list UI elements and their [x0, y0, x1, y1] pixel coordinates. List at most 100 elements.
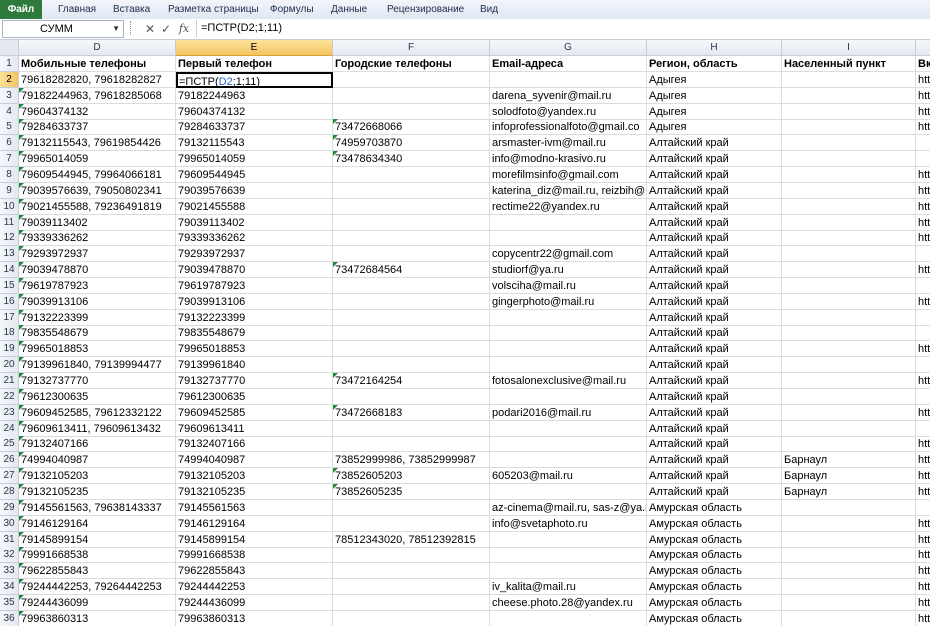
- table-cell[interactable]: [490, 230, 647, 247]
- table-cell[interactable]: 79145561563, 79638143337: [19, 499, 176, 516]
- table-cell[interactable]: 73472668066: [333, 119, 490, 136]
- table-cell[interactable]: [782, 325, 916, 342]
- column-header-i[interactable]: I: [782, 40, 916, 56]
- table-cell[interactable]: [490, 420, 647, 437]
- table-cell[interactable]: podari2016@mail.ru: [490, 404, 647, 421]
- table-cell[interactable]: [333, 230, 490, 247]
- table-cell[interactable]: 79963860313: [176, 610, 333, 626]
- table-cell[interactable]: htt: [916, 72, 930, 88]
- table-cell[interactable]: [916, 421, 930, 437]
- table-cell[interactable]: 79244442253, 79264442253: [19, 579, 176, 596]
- table-cell[interactable]: [490, 341, 647, 358]
- table-cell[interactable]: Барнаул: [782, 483, 916, 500]
- table-cell[interactable]: htt: [916, 119, 930, 136]
- table-cell[interactable]: [782, 547, 916, 564]
- table-cell[interactable]: Алтайский край: [647, 166, 782, 183]
- table-cell[interactable]: 79132115543: [176, 135, 333, 152]
- row-header[interactable]: 24: [0, 420, 19, 437]
- table-cell[interactable]: [490, 483, 647, 500]
- table-cell[interactable]: 79146129164: [176, 515, 333, 532]
- table-cell[interactable]: [782, 135, 916, 152]
- table-cell[interactable]: 79021455588, 79236491819: [19, 198, 176, 215]
- table-cell[interactable]: Алтайский край: [647, 483, 782, 500]
- table-cell[interactable]: [782, 214, 916, 231]
- table-cell[interactable]: 79609544945, 79964066181: [19, 166, 176, 183]
- table-cell[interactable]: 79991668538: [176, 547, 333, 564]
- table-cell[interactable]: [782, 515, 916, 532]
- table-cell[interactable]: Амурская область: [647, 531, 782, 548]
- table-cell[interactable]: Алтайский край: [647, 468, 782, 485]
- table-cell[interactable]: 79039478870: [176, 262, 333, 279]
- table-cell[interactable]: [782, 610, 916, 626]
- tab-formulas[interactable]: Формулы: [270, 0, 314, 19]
- table-cell[interactable]: Алтайский край: [647, 214, 782, 231]
- table-cell[interactable]: [333, 594, 490, 611]
- table-cell[interactable]: Амурская область: [647, 547, 782, 564]
- table-cell[interactable]: htt: [916, 230, 930, 247]
- table-cell[interactable]: [333, 420, 490, 437]
- row-header[interactable]: 17: [0, 309, 19, 326]
- table-cell[interactable]: 79609613411: [176, 420, 333, 437]
- table-cell[interactable]: Адыгея: [647, 71, 782, 88]
- table-cell[interactable]: 78512343020, 78512392815: [333, 531, 490, 548]
- table-cell[interactable]: htt: [916, 199, 930, 215]
- table-cell[interactable]: 73852605203: [333, 468, 490, 485]
- table-cell[interactable]: solodfoto@yandex.ru: [490, 103, 647, 120]
- table-cell[interactable]: 79132105235: [19, 483, 176, 500]
- table-cell[interactable]: Алтайский край: [647, 246, 782, 263]
- table-cell[interactable]: [782, 499, 916, 516]
- table-cell[interactable]: Алтайский край: [647, 373, 782, 389]
- column-header-h[interactable]: H: [647, 40, 782, 56]
- table-cell[interactable]: [333, 293, 490, 310]
- table-cell[interactable]: 79835548679: [176, 325, 333, 342]
- table-cell[interactable]: info@modno-krasivo.ru: [490, 151, 647, 168]
- table-cell[interactable]: [333, 515, 490, 532]
- table-cell[interactable]: 79604374132: [176, 103, 333, 120]
- table-cell[interactable]: 74994040987: [176, 452, 333, 469]
- table-cell[interactable]: [782, 309, 916, 326]
- spreadsheet-grid[interactable]: D E F G H I 1 2 3 4 5 6 7 8 9 10 11 12 13 14 15 16 17 18 19 20 21 2…: [0, 40, 930, 626]
- table-cell[interactable]: [333, 547, 490, 564]
- table-cell[interactable]: arsmaster-ivm@mail.ru: [490, 135, 647, 152]
- table-cell[interactable]: 79963860313: [19, 610, 176, 626]
- row-header[interactable]: 26: [0, 452, 19, 469]
- table-cell[interactable]: [782, 246, 916, 263]
- table-cell[interactable]: htt: [916, 341, 930, 358]
- table-cell[interactable]: [333, 610, 490, 626]
- table-cell[interactable]: Алтайский край: [647, 309, 782, 326]
- row-header[interactable]: 29: [0, 499, 19, 516]
- table-cell[interactable]: Адыгея: [647, 103, 782, 120]
- table-cell[interactable]: [333, 341, 490, 358]
- table-cell[interactable]: htt: [916, 405, 930, 421]
- table-cell[interactable]: 79604374132: [19, 103, 176, 120]
- active-cell-editor[interactable]: =ПСТР(D2;1;11): [176, 71, 333, 88]
- table-cell[interactable]: Барнаул: [782, 452, 916, 469]
- row-header[interactable]: 10: [0, 198, 19, 215]
- table-cell[interactable]: [782, 531, 916, 548]
- row-header[interactable]: 27: [0, 468, 19, 485]
- table-cell[interactable]: fotosalonexclusive@mail.ru: [490, 373, 647, 389]
- column-header-next[interactable]: [916, 40, 930, 56]
- table-cell[interactable]: [333, 499, 490, 516]
- table-cell[interactable]: [782, 151, 916, 168]
- table-cell[interactable]: 79132407166: [19, 436, 176, 453]
- table-cell[interactable]: [333, 436, 490, 453]
- table-cell[interactable]: 79609452585, 79612332122: [19, 404, 176, 421]
- row-header[interactable]: 36: [0, 610, 19, 626]
- table-cell[interactable]: htt: [916, 373, 930, 389]
- table-cell[interactable]: [490, 214, 647, 231]
- header-cell[interactable]: Email-адреса: [490, 56, 647, 72]
- table-cell[interactable]: 79284633737: [19, 119, 176, 136]
- table-cell[interactable]: 79145899154: [19, 531, 176, 548]
- table-cell[interactable]: [333, 214, 490, 231]
- row-header[interactable]: 28: [0, 483, 19, 500]
- table-cell[interactable]: [333, 246, 490, 263]
- table-cell[interactable]: htt: [916, 468, 930, 485]
- table-cell[interactable]: 79609544945: [176, 166, 333, 183]
- table-cell[interactable]: 79339336262: [176, 230, 333, 247]
- row-header[interactable]: 2: [0, 71, 19, 88]
- table-cell[interactable]: Амурская область: [647, 579, 782, 596]
- table-cell[interactable]: rectime22@yandex.ru: [490, 198, 647, 215]
- table-cell[interactable]: 79132105235: [176, 483, 333, 500]
- table-cell[interactable]: [916, 278, 930, 294]
